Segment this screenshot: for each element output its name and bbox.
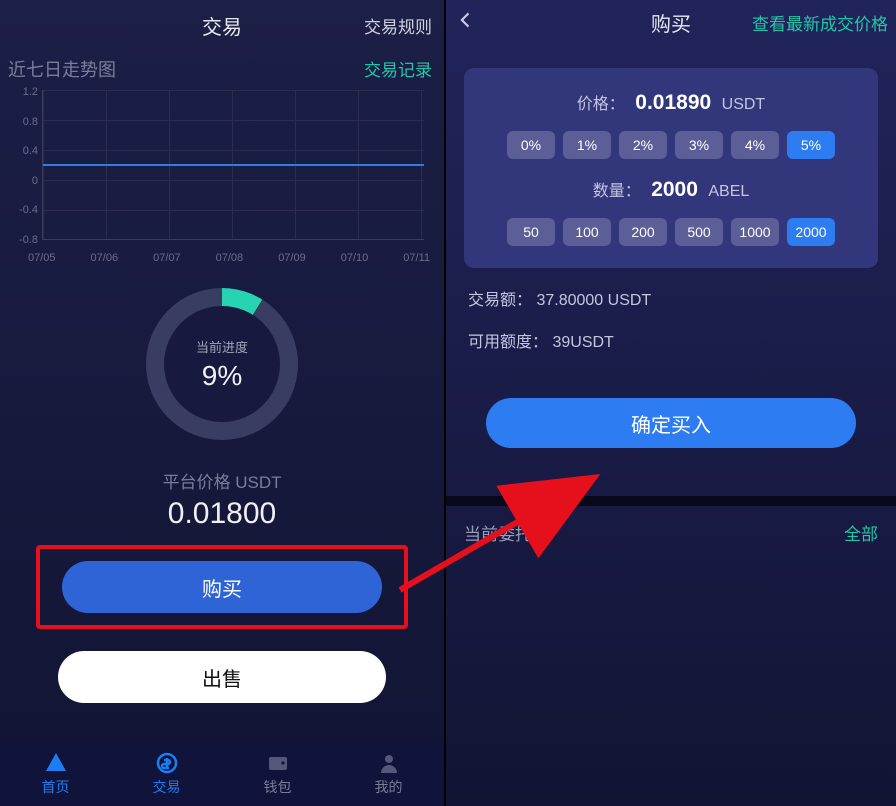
percent-chip-5[interactable]: 5% — [787, 131, 835, 159]
amount-value: 37.80000 USDT — [536, 292, 651, 309]
y-tick: 0 — [8, 175, 38, 187]
wallet-icon — [266, 751, 290, 775]
x-tick: 07/08 — [216, 252, 244, 264]
back-icon[interactable] — [456, 10, 478, 35]
price-value: 0.01890 — [635, 91, 711, 114]
amount-label: 交易额： — [468, 292, 532, 309]
percent-chip-3[interactable]: 3% — [675, 131, 723, 159]
x-tick: 07/06 — [91, 252, 119, 264]
available-label: 可用额度： — [468, 334, 548, 351]
price-row: 价格： 0.01890 USDT — [478, 90, 864, 115]
confirm-buy-button[interactable]: 确定买入 — [486, 398, 856, 448]
all-orders-link[interactable]: 全部 — [844, 520, 878, 545]
sell-button[interactable]: 出售 — [58, 651, 386, 703]
price-unit: USDT — [722, 96, 766, 113]
qty-value: 2000 — [651, 178, 698, 201]
qty-row: 数量： 2000 ABEL — [478, 177, 864, 202]
x-tick: 07/11 — [403, 252, 430, 264]
available-row: 可用额度： 39USDT — [468, 328, 874, 352]
nav-mine[interactable]: 我的 — [333, 742, 444, 806]
platform-price-value: 0.01800 — [0, 497, 444, 531]
platform-price-label: 平台价格 USDT — [0, 468, 444, 493]
qty-unit: ABEL — [708, 183, 749, 200]
trade-icon — [155, 751, 179, 775]
nav-label: 首页 — [42, 777, 70, 797]
trend-header: 近七日走势图 交易记录 — [0, 50, 444, 82]
qty-chip-500[interactable]: 500 — [675, 218, 723, 246]
price-label: 价格： — [577, 96, 625, 113]
y-tick: -0.4 — [8, 204, 38, 216]
percent-chip-1[interactable]: 1% — [563, 131, 611, 159]
person-icon — [377, 751, 401, 775]
x-tick: 07/09 — [278, 252, 306, 264]
nav-trade[interactable]: 交易 — [111, 742, 222, 806]
y-tick: -0.8 — [8, 234, 38, 246]
qty-chip-200[interactable]: 200 — [619, 218, 667, 246]
nav-label: 交易 — [153, 777, 181, 797]
qty-chip-1000[interactable]: 1000 — [731, 218, 779, 246]
orders-header: 当前委托 全部 — [446, 506, 896, 559]
trend-title: 近七日走势图 — [8, 56, 116, 82]
right-page-title: 购买 — [651, 8, 691, 37]
chart-line — [43, 164, 424, 166]
buy-screen: 购买 查看最新成交价格 价格： 0.01890 USDT 0% 1% 2% 3%… — [444, 0, 896, 806]
percent-chip-4[interactable]: 4% — [731, 131, 779, 159]
right-header: 购买 查看最新成交价格 — [446, 0, 896, 44]
qty-chip-100[interactable]: 100 — [563, 218, 611, 246]
y-tick: 1.2 — [8, 86, 38, 98]
y-tick: 0.8 — [8, 116, 38, 128]
section-divider — [446, 496, 896, 506]
order-card: 价格： 0.01890 USDT 0% 1% 2% 3% 4% 5% 数量： 2… — [464, 68, 878, 268]
page-title: 交易 — [202, 11, 242, 40]
progress-donut: 当前进度 9% — [146, 288, 298, 440]
qty-chip-50[interactable]: 50 — [507, 218, 555, 246]
bottom-nav: 首页 交易 钱包 我的 — [0, 742, 444, 806]
buy-highlight-annotation: 购买 — [36, 545, 408, 629]
trade-rules-link[interactable]: 交易规则 — [364, 13, 432, 38]
trade-amount-row: 交易额： 37.80000 USDT — [468, 286, 874, 310]
x-tick: 07/07 — [153, 252, 181, 264]
nav-home[interactable]: 首页 — [0, 742, 111, 806]
qty-options: 50 100 200 500 1000 2000 — [478, 218, 864, 246]
chart-x-axis: 07/05 07/06 07/07 07/08 07/09 07/10 07/1… — [28, 252, 430, 264]
qty-label: 数量： — [593, 183, 641, 200]
donut-value: 9% — [196, 360, 248, 392]
percent-options: 0% 1% 2% 3% 4% 5% — [478, 131, 864, 159]
progress-donut-wrap: 当前进度 9% — [0, 288, 444, 440]
x-tick: 07/05 — [28, 252, 56, 264]
x-tick: 07/10 — [341, 252, 369, 264]
chart-y-axis: 1.2 0.8 0.4 0 -0.4 -0.8 — [8, 86, 38, 246]
trade-log-link[interactable]: 交易记录 — [364, 56, 432, 82]
y-tick: 0.4 — [8, 145, 38, 157]
chart-plot-area — [42, 90, 424, 240]
trade-screen: 交易 交易规则 近七日走势图 交易记录 1.2 0.8 0.4 0 -0.4 -… — [0, 0, 444, 806]
percent-chip-0[interactable]: 0% — [507, 131, 555, 159]
current-orders-title: 当前委托 — [464, 520, 532, 545]
left-header: 交易 交易规则 — [0, 0, 444, 50]
donut-label: 当前进度 — [196, 337, 248, 356]
percent-chip-2[interactable]: 2% — [619, 131, 667, 159]
home-icon — [44, 751, 68, 775]
nav-wallet[interactable]: 钱包 — [222, 742, 333, 806]
seven-day-chart: 1.2 0.8 0.4 0 -0.4 -0.8 07/05 07/06 07/0… — [8, 86, 436, 264]
qty-chip-2000[interactable]: 2000 — [787, 218, 835, 246]
nav-label: 我的 — [375, 777, 403, 797]
latest-price-link[interactable]: 查看最新成交价格 — [752, 10, 888, 35]
available-value: 39USDT — [552, 334, 613, 351]
nav-label: 钱包 — [264, 777, 292, 797]
buy-button[interactable]: 购买 — [62, 561, 382, 613]
